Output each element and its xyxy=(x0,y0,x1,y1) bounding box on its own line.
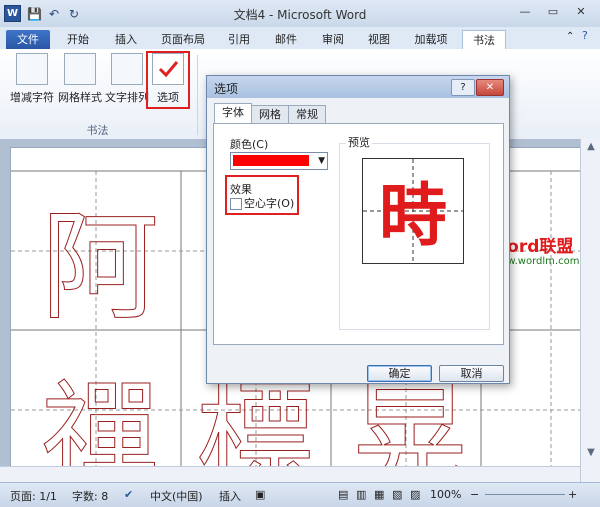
tab-page-layout[interactable]: 页面布局 xyxy=(155,30,211,49)
web-layout-icon[interactable]: ▦ xyxy=(374,488,384,501)
doc-char-1: 阿 xyxy=(41,198,159,336)
status-bar: 页面: 1/1 字数: 8 ✔ 中文(中国) 插入 ▣ ▤ ▥ ▦ ▧ ▨ 10… xyxy=(0,482,600,507)
zoom-out-icon[interactable]: − xyxy=(470,488,479,501)
font-tab-panel: 颜色(C) ▼ 效果 空心字(O) 预览 時 xyxy=(213,123,504,345)
proofing-icon[interactable]: ✔ xyxy=(124,488,133,501)
fullscreen-read-icon[interactable]: ▥ xyxy=(356,488,366,501)
dialog-tab-font[interactable]: 字体 xyxy=(214,103,252,125)
dialog-title: 选项 xyxy=(214,82,239,96)
add-remove-chars-button[interactable]: 增减字符 xyxy=(8,53,56,105)
tab-addins[interactable]: 加载项 xyxy=(407,30,455,49)
grid-style-button[interactable]: 网格样式 xyxy=(57,53,103,105)
insert-mode[interactable]: 插入 xyxy=(219,488,241,504)
scroll-up-icon[interactable]: ▲ xyxy=(581,139,600,155)
tab-view[interactable]: 视图 xyxy=(359,30,399,49)
close-window-icon[interactable]: ✕ xyxy=(568,4,594,20)
window-controls: — ▭ ✕ xyxy=(512,4,594,20)
zoom-level[interactable]: 100% xyxy=(430,488,461,501)
tab-review[interactable]: 审阅 xyxy=(313,30,353,49)
print-layout-icon[interactable]: ▤ xyxy=(338,488,348,501)
preview-char: 時 xyxy=(379,176,447,256)
collapse-ribbon-icon[interactable]: ⌃ xyxy=(566,31,574,42)
word-count[interactable]: 字数: 8 xyxy=(72,488,108,504)
zoom-in-icon[interactable]: + xyxy=(568,488,577,501)
tab-calligraphy[interactable]: 书法 xyxy=(462,30,506,50)
title-bar: W 💾 ↶ ↻ 文档4 - Microsoft Word — ▭ ✕ xyxy=(0,0,600,28)
grid-style-icon xyxy=(64,53,96,85)
dialog-help-button[interactable]: ? xyxy=(451,79,475,96)
ribbon-tabs: 文件 开始 插入 页面布局 引用 邮件 审阅 视图 加载项 书法 ⌃ ? xyxy=(0,27,600,50)
minimize-icon[interactable]: — xyxy=(512,4,538,20)
add-chars-icon xyxy=(16,53,48,85)
color-swatch xyxy=(233,155,309,166)
tab-home[interactable]: 开始 xyxy=(58,30,98,49)
scroll-down-icon[interactable]: ▼ xyxy=(581,445,600,461)
vertical-scrollbar[interactable]: ▲ ▼ xyxy=(580,139,600,482)
ok-button[interactable]: 确定 xyxy=(367,365,432,382)
color-select[interactable]: ▼ xyxy=(230,152,328,170)
macro-icon[interactable]: ▣ xyxy=(255,488,265,501)
dialog-tab-general[interactable]: 常规 xyxy=(288,105,326,124)
color-label: 颜色(C) xyxy=(230,138,269,151)
dialog-tab-grid[interactable]: 网格 xyxy=(251,105,289,124)
maximize-icon[interactable]: ▭ xyxy=(540,4,566,20)
preview-frame: 時 xyxy=(339,143,490,330)
cancel-button[interactable]: 取消 xyxy=(439,365,504,382)
tab-references[interactable]: 引用 xyxy=(219,30,259,49)
preview-label: 预览 xyxy=(346,134,372,150)
calligraphy-group-label: 书法 xyxy=(86,124,109,137)
page-indicator[interactable]: 页面: 1/1 xyxy=(10,488,57,504)
outline-icon[interactable]: ▧ xyxy=(392,488,402,501)
options-highlight xyxy=(146,51,190,109)
zoom-slider[interactable] xyxy=(485,494,565,495)
tab-mailings[interactable]: 邮件 xyxy=(266,30,306,49)
group-separator xyxy=(197,55,198,135)
help-icon[interactable]: ? xyxy=(582,29,588,42)
options-dialog: 选项 ? ✕ 字体 网格 常规 颜色(C) ▼ 效果 空心字(O) 预览 時 确… xyxy=(206,75,510,384)
tab-file[interactable]: 文件 xyxy=(6,30,50,49)
dialog-close-button[interactable]: ✕ xyxy=(476,79,504,96)
draft-icon[interactable]: ▨ xyxy=(410,488,420,501)
window-title: 文档4 - Microsoft Word xyxy=(233,8,367,22)
effects-highlight xyxy=(225,175,299,215)
text-arrange-icon xyxy=(111,53,143,85)
horizontal-scrollbar[interactable] xyxy=(0,466,580,483)
dropdown-arrow-icon: ▼ xyxy=(318,156,325,166)
text-arrange-button[interactable]: 文字排列 xyxy=(104,53,150,105)
preview-box: 時 xyxy=(362,158,464,264)
tab-insert[interactable]: 插入 xyxy=(106,30,146,49)
language-indicator[interactable]: 中文(中国) xyxy=(150,488,203,504)
dialog-title-bar: 选项 ? ✕ xyxy=(207,76,509,98)
